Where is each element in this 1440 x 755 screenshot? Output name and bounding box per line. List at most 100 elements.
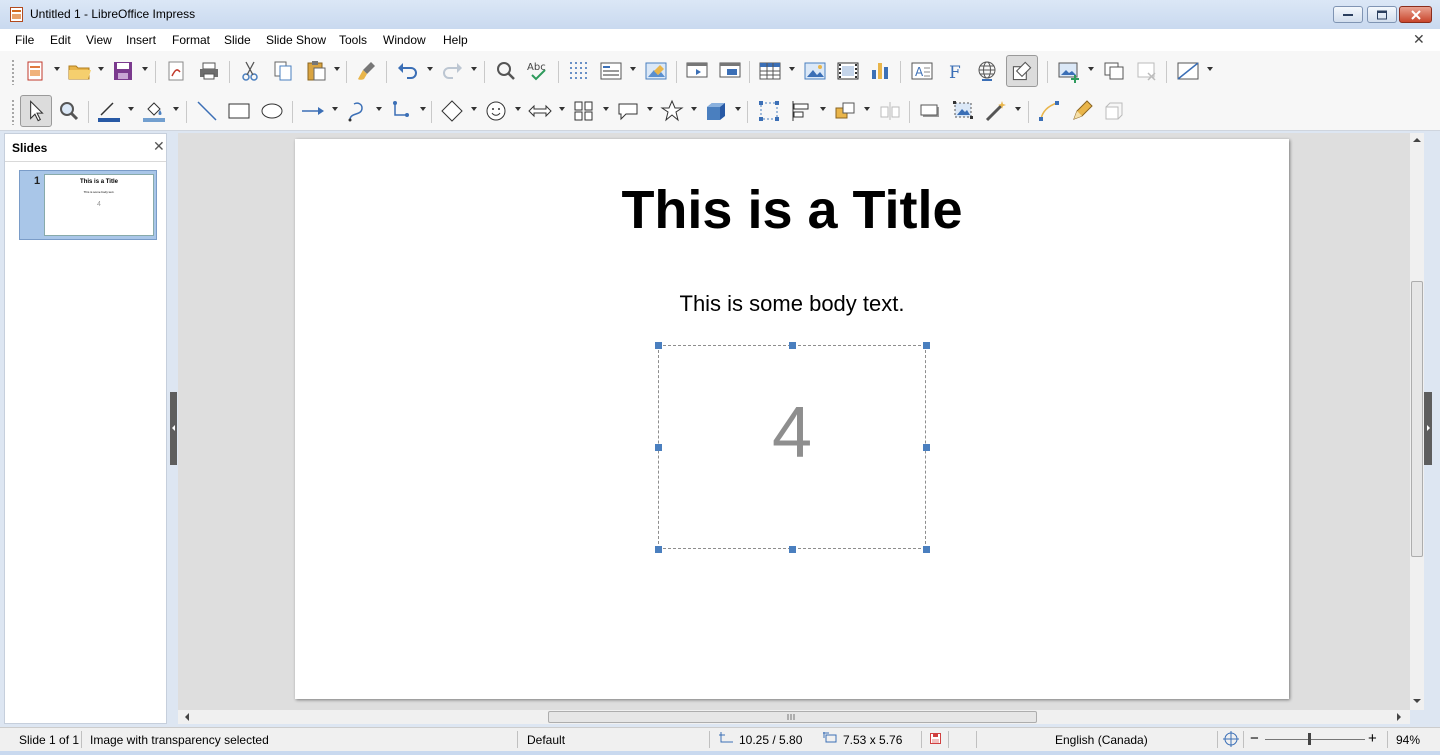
vertical-scroll-thumb[interactable] bbox=[1411, 281, 1423, 557]
copy-button[interactable] bbox=[269, 57, 297, 85]
arrange-button[interactable] bbox=[831, 97, 859, 125]
curves-button[interactable] bbox=[343, 97, 371, 125]
redo-button[interactable] bbox=[438, 57, 466, 85]
zoom-slider-track[interactable] bbox=[1265, 739, 1365, 740]
display-grid-button[interactable] bbox=[565, 57, 593, 85]
resize-handle-top[interactable] bbox=[789, 342, 796, 349]
duplicate-slide-button[interactable] bbox=[1100, 57, 1128, 85]
spelling-button[interactable]: Abc bbox=[524, 57, 552, 85]
block-arrows-button[interactable] bbox=[526, 97, 554, 125]
callouts-dropdown[interactable] bbox=[647, 107, 653, 111]
scroll-down-icon[interactable] bbox=[1413, 698, 1421, 704]
menu-tools[interactable]: Tools bbox=[339, 33, 367, 47]
3d-objects-button[interactable] bbox=[702, 97, 730, 125]
slide-layout-button[interactable] bbox=[1174, 57, 1202, 85]
toggle-extrusion-button[interactable] bbox=[1100, 97, 1128, 125]
menu-slide[interactable]: Slide bbox=[224, 33, 251, 47]
shadow-button[interactable] bbox=[916, 97, 944, 125]
insert-ellipse-button[interactable] bbox=[258, 97, 286, 125]
crop-image-button[interactable] bbox=[949, 97, 977, 125]
resize-handle-bottom[interactable] bbox=[789, 546, 796, 553]
zoom-pan-button[interactable] bbox=[55, 97, 83, 125]
new-dropdown[interactable] bbox=[54, 67, 60, 71]
slide-canvas[interactable]: This is a Title This is some body text. … bbox=[295, 139, 1289, 699]
zoom-out-button[interactable]: − bbox=[1250, 730, 1259, 747]
sidebar-collapse-handle[interactable] bbox=[170, 392, 177, 465]
menu-format[interactable]: Format bbox=[172, 33, 210, 47]
restore-button[interactable] bbox=[1367, 6, 1397, 23]
insert-hyperlink-button[interactable] bbox=[973, 57, 1001, 85]
find-replace-button[interactable] bbox=[492, 57, 520, 85]
insert-table-button[interactable] bbox=[756, 57, 784, 85]
scroll-up-icon[interactable] bbox=[1413, 137, 1421, 143]
save-button[interactable] bbox=[109, 57, 137, 85]
menu-slide-show[interactable]: Slide Show bbox=[266, 33, 326, 47]
connectors-button[interactable] bbox=[387, 97, 415, 125]
save-dropdown[interactable] bbox=[142, 67, 148, 71]
start-current-slide-button[interactable] bbox=[716, 57, 744, 85]
glue-points-button[interactable] bbox=[1068, 97, 1096, 125]
insert-table-dropdown[interactable] bbox=[789, 67, 795, 71]
print-button[interactable] bbox=[195, 57, 223, 85]
window-close-button[interactable] bbox=[1399, 6, 1432, 23]
minimize-button[interactable] bbox=[1333, 6, 1363, 23]
resize-handle-top-left[interactable] bbox=[655, 342, 662, 349]
filter-dropdown[interactable] bbox=[1015, 107, 1021, 111]
lines-arrows-button[interactable] bbox=[299, 97, 327, 125]
flowchart-dropdown[interactable] bbox=[603, 107, 609, 111]
arrange-dropdown[interactable] bbox=[864, 107, 870, 111]
symbol-shapes-dropdown[interactable] bbox=[515, 107, 521, 111]
zoom-slider-thumb[interactable] bbox=[1308, 733, 1311, 745]
slide-thumbnail[interactable]: 1 This is a Title This is some body text… bbox=[19, 170, 157, 240]
slides-pane-close-button[interactable]: ✕ bbox=[153, 138, 165, 155]
connectors-dropdown[interactable] bbox=[420, 107, 426, 111]
distribute-button[interactable] bbox=[876, 97, 904, 125]
horizontal-scrollbar[interactable] bbox=[178, 710, 1410, 724]
scroll-left-icon[interactable] bbox=[184, 713, 190, 721]
fill-color-button[interactable] bbox=[140, 97, 168, 125]
clone-formatting-button[interactable] bbox=[353, 57, 381, 85]
line-color-button[interactable] bbox=[95, 97, 123, 125]
document-modified-icon[interactable] bbox=[930, 733, 941, 744]
new-slide-button[interactable] bbox=[1055, 57, 1083, 85]
insert-media-button[interactable] bbox=[834, 57, 862, 85]
stars-button[interactable] bbox=[658, 97, 686, 125]
fit-slide-icon[interactable] bbox=[1223, 731, 1239, 747]
toolbar-grip[interactable] bbox=[11, 59, 15, 85]
display-views-button[interactable] bbox=[597, 57, 625, 85]
resize-handle-bottom-right[interactable] bbox=[923, 546, 930, 553]
resize-handle-left[interactable] bbox=[655, 444, 662, 451]
vertical-scrollbar[interactable] bbox=[1410, 133, 1424, 710]
callouts-button[interactable] bbox=[614, 97, 642, 125]
undo-button[interactable] bbox=[394, 57, 422, 85]
open-button[interactable] bbox=[65, 57, 93, 85]
stars-dropdown[interactable] bbox=[691, 107, 697, 111]
insert-line-button[interactable] bbox=[193, 97, 221, 125]
flowchart-button[interactable] bbox=[570, 97, 598, 125]
slide-title-text[interactable]: This is a Title bbox=[295, 179, 1289, 241]
sidebar-expand-handle[interactable] bbox=[1424, 392, 1432, 465]
block-arrows-dropdown[interactable] bbox=[559, 107, 565, 111]
export-pdf-button[interactable] bbox=[162, 57, 190, 85]
text-language[interactable]: English (Canada) bbox=[1055, 733, 1148, 747]
start-first-slide-button[interactable] bbox=[683, 57, 711, 85]
symbol-shapes-button[interactable] bbox=[482, 97, 510, 125]
new-slide-dropdown[interactable] bbox=[1088, 67, 1094, 71]
filter-button[interactable] bbox=[982, 97, 1010, 125]
cut-button[interactable] bbox=[236, 57, 264, 85]
resize-handle-bottom-left[interactable] bbox=[655, 546, 662, 553]
insert-chart-button[interactable] bbox=[866, 57, 894, 85]
delete-slide-button[interactable] bbox=[1133, 57, 1161, 85]
horizontal-scroll-thumb[interactable] bbox=[548, 711, 1037, 723]
insert-text-box-button[interactable]: A bbox=[908, 57, 936, 85]
close-document-button[interactable]: ✕ bbox=[1413, 31, 1425, 48]
paste-button[interactable] bbox=[302, 57, 330, 85]
fontwork-button[interactable]: F bbox=[941, 57, 969, 85]
line-color-dropdown[interactable] bbox=[128, 107, 134, 111]
select-button[interactable] bbox=[20, 95, 52, 127]
undo-dropdown[interactable] bbox=[427, 67, 433, 71]
align-button[interactable] bbox=[787, 97, 815, 125]
zoom-in-button[interactable]: + bbox=[1368, 730, 1377, 747]
slide-design-button[interactable] bbox=[642, 57, 670, 85]
menu-insert[interactable]: Insert bbox=[126, 33, 156, 47]
